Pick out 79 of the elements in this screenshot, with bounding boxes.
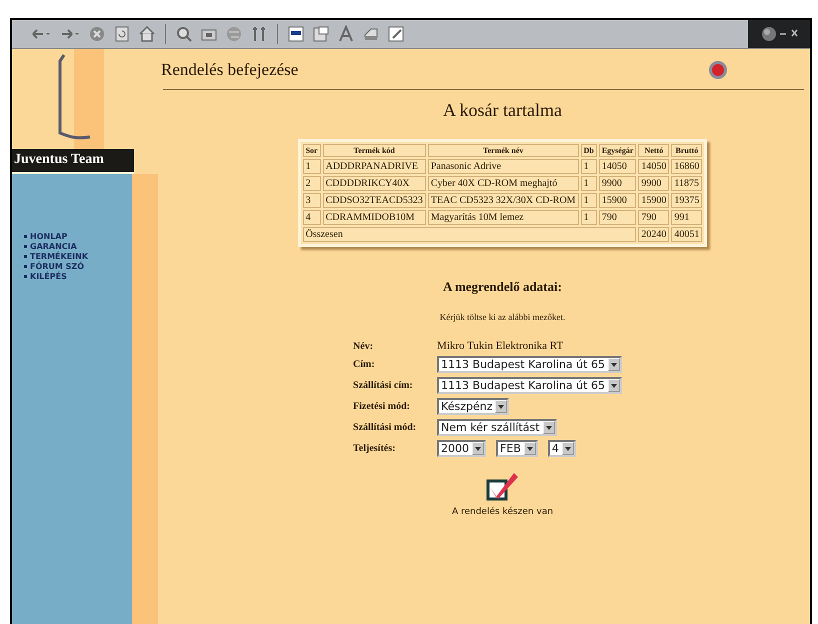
- table-cell: Panasonic Adrive: [428, 159, 579, 174]
- close-icon[interactable]: [708, 60, 728, 80]
- field-value: Mikro Tukin Elektronika RT: [437, 340, 564, 352]
- table-cell: 3: [302, 193, 321, 208]
- nav-link[interactable]: HONLAP: [24, 232, 68, 241]
- caret-icon: [610, 382, 618, 388]
- table-cell: 16860: [671, 159, 702, 174]
- table-cell: 19375: [671, 193, 702, 208]
- table-cell: Magyarítás 10M lemez: [428, 210, 579, 225]
- table-cell: 1: [580, 176, 597, 191]
- search-icon[interactable]: [175, 25, 193, 43]
- caret-icon: [544, 424, 553, 430]
- dropdown[interactable]: Nem kér szállítást: [437, 419, 557, 436]
- dropdown[interactable]: 2000: [437, 440, 486, 457]
- nav-link[interactable]: KILÉPÉS: [24, 272, 67, 281]
- caret-icon: [610, 362, 618, 368]
- field-label: Fizetési mód:: [353, 401, 411, 412]
- nav-link[interactable]: GARANCIA: [24, 242, 77, 251]
- nav-link[interactable]: TERMÉKEINK: [24, 252, 88, 261]
- site-brand: Juventus Team: [12, 149, 134, 174]
- form-hint: Kérjük töltse ki az alábbi mezőket.: [440, 312, 566, 322]
- table-cell: 14050: [598, 159, 636, 174]
- field-label: Cím:: [353, 359, 376, 370]
- table-cell: 9900: [598, 176, 636, 191]
- dropdown[interactable]: Készpénz: [437, 398, 510, 415]
- dropdown[interactable]: 1113 Budapest Karolina út 65: [437, 377, 622, 394]
- table-cell: 1: [580, 159, 597, 174]
- caret-icon: [564, 446, 572, 452]
- table-cell: 790: [598, 210, 636, 225]
- table-cell: 790: [638, 210, 670, 225]
- table-cell: 15900: [638, 193, 670, 208]
- page-icon[interactable]: [312, 25, 330, 43]
- dropdown[interactable]: FEB: [496, 440, 538, 457]
- caret-icon: [526, 446, 534, 452]
- table-cell: 1: [580, 193, 597, 208]
- field-label: Szállítási mód:: [353, 422, 418, 433]
- field-label: Név:: [353, 340, 374, 352]
- stop-icon[interactable]: [88, 25, 106, 43]
- table-cell: Összesen: [302, 227, 636, 242]
- home-icon[interactable]: [138, 25, 156, 43]
- dropdown[interactable]: 1113 Budapest Karolina út 65: [437, 356, 622, 373]
- window-icon[interactable]: [287, 25, 305, 43]
- table-cell: CDDDDRIKCY40X: [322, 176, 426, 191]
- column-header: Termék kód: [322, 144, 426, 157]
- column-header: Nettó: [638, 144, 670, 157]
- field-label: Teljesítés:: [353, 443, 396, 454]
- dropdown[interactable]: 4: [548, 440, 576, 457]
- section-heading: A megrendelő adatai:: [443, 279, 562, 295]
- field-label: Szállítási cím:: [353, 380, 414, 391]
- nav-link[interactable]: FÓRUM SZÓ: [24, 262, 84, 271]
- table-cell: 20240: [638, 227, 670, 242]
- caret-icon: [497, 404, 506, 410]
- page-title: Rendelés befejezése: [161, 60, 298, 80]
- table-cell: CDRAMMIDOB10M: [322, 210, 426, 225]
- table-cell: 2: [302, 176, 321, 191]
- table-cell: 1: [580, 210, 597, 225]
- table-cell: 9900: [638, 176, 670, 191]
- column-header: Db: [580, 144, 597, 157]
- table-cell: 4: [302, 210, 321, 225]
- caret-icon: [474, 446, 482, 452]
- table-cell: CDDSO32TEACD5323: [322, 193, 426, 208]
- column-header: Termék név: [428, 144, 579, 157]
- table-cell: 1: [302, 159, 321, 174]
- font-icon[interactable]: [337, 25, 355, 43]
- section-heading: A kosár tartalma: [443, 100, 562, 121]
- table-cell: ADDDRPANADRIVE: [322, 159, 426, 174]
- table-cell: 991: [671, 210, 702, 225]
- table-cell: 40051: [671, 227, 702, 242]
- edit-icon[interactable]: [387, 25, 405, 43]
- column-header: Egységár: [598, 144, 636, 157]
- table-cell: 11875: [671, 176, 702, 191]
- table-cell: TEAC CD5323 32X/30X CD-ROM: [428, 193, 579, 208]
- submit-label: A rendelés készen van: [452, 507, 554, 517]
- refresh-icon[interactable]: [113, 25, 131, 43]
- table-cell: Cyber 40X CD-ROM meghajtó: [428, 176, 579, 191]
- table-cell: 15900: [598, 193, 636, 208]
- table-cell: 14050: [638, 159, 670, 174]
- column-header: Bruttó: [671, 144, 702, 157]
- column-header: Sor: [302, 144, 321, 157]
